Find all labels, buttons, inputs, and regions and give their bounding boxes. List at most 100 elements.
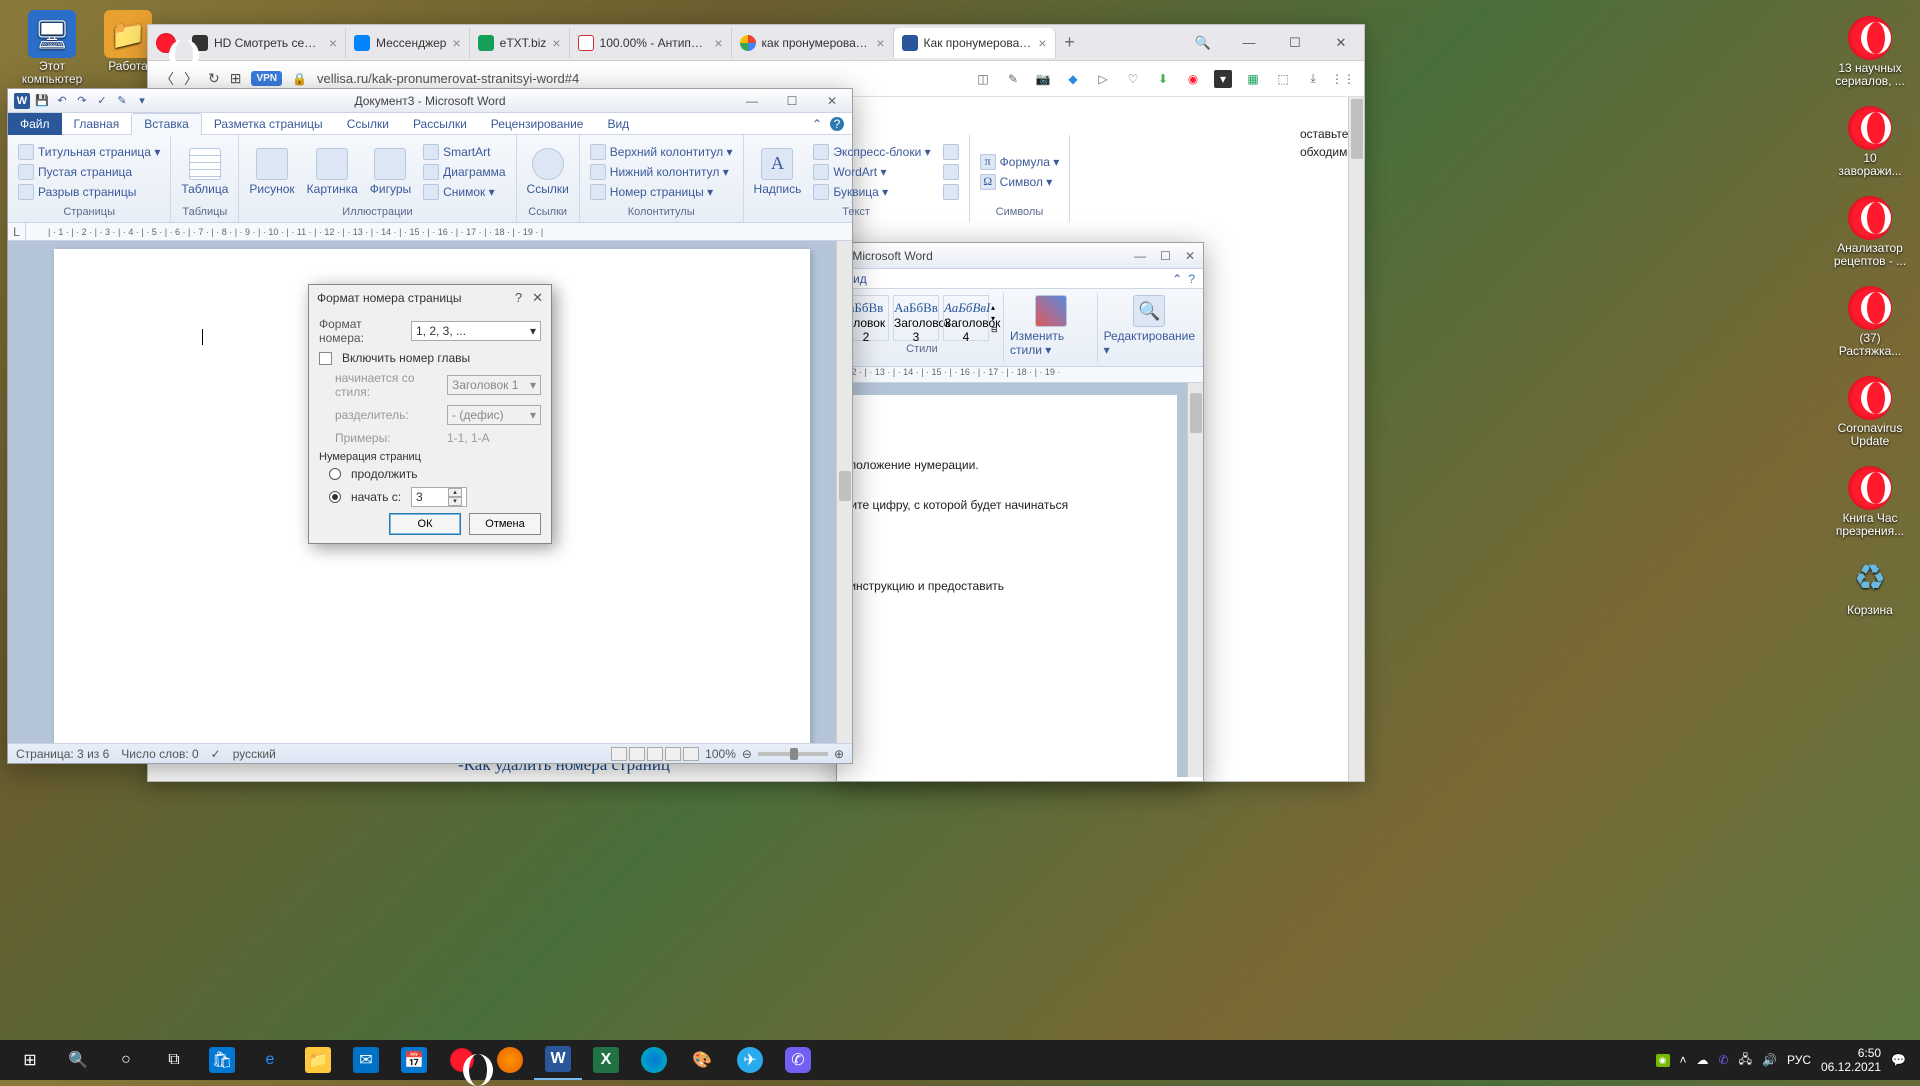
qat-icon[interactable]: ✓: [94, 93, 110, 109]
redo-icon[interactable]: ↷: [74, 93, 90, 109]
scrollbar[interactable]: [836, 241, 852, 745]
dialog-titlebar[interactable]: Формат номера страницы ?✕: [309, 285, 551, 311]
ext-icon[interactable]: ◉: [1184, 70, 1202, 88]
word-count[interactable]: Число слов: 0: [121, 747, 198, 761]
browser-tab[interactable]: HD Смотреть сериал Гри×: [184, 28, 346, 58]
forward-button[interactable]: 〉: [184, 69, 198, 89]
format-select[interactable]: 1, 2, 3, ...▾: [411, 321, 541, 341]
ok-button[interactable]: ОК: [389, 513, 461, 535]
ribbon-tab-insert[interactable]: Вставка: [131, 113, 202, 135]
desktop-icon-opera-2[interactable]: 10 заворажи...: [1832, 104, 1908, 178]
viber-button[interactable]: ✆: [774, 1040, 822, 1080]
tray-viber-icon[interactable]: ✆: [1719, 1053, 1729, 1067]
tray-volume-icon[interactable]: 🔊: [1762, 1053, 1777, 1067]
opera-button[interactable]: [438, 1040, 486, 1080]
word-button[interactable]: W: [534, 1040, 582, 1080]
zoom-in-button[interactable]: ⊕: [834, 747, 844, 761]
collapse-ribbon-icon[interactable]: ⌃: [1172, 272, 1182, 286]
page-number-button[interactable]: Номер страницы ▾: [586, 183, 737, 201]
ribbon-tab-review[interactable]: Рецензирование: [479, 113, 596, 135]
desktop-icon-opera-5[interactable]: Coronavirus Update: [1832, 374, 1908, 448]
tray-lang[interactable]: РУС: [1787, 1053, 1811, 1067]
browser-tab[interactable]: eTXT.biz×: [470, 28, 570, 58]
browser-tab[interactable]: как пронумеровать с×: [732, 28, 894, 58]
download-icon[interactable]: ⤓: [1304, 70, 1322, 88]
desktop-icon-opera-6[interactable]: Книга Час презрения...: [1832, 464, 1908, 538]
qat-more-icon[interactable]: ▾: [134, 93, 150, 109]
symbol-button[interactable]: ΩСимвол ▾: [976, 173, 1064, 191]
links-button[interactable]: Ссылки: [523, 146, 573, 198]
wordart-button[interactable]: WordArt ▾: [809, 163, 934, 181]
cortana-button[interactable]: ○: [102, 1040, 150, 1080]
speeddial-button[interactable]: ⊞: [230, 70, 242, 87]
ie-button[interactable]: e: [246, 1040, 294, 1080]
equation-button[interactable]: πФормула ▾: [976, 153, 1064, 171]
desktop-icon-opera-1[interactable]: 13 научных сериалов, ...: [1832, 14, 1908, 88]
search-button[interactable]: 🔍: [1180, 28, 1226, 58]
ribbon-tab-references[interactable]: Ссылки: [335, 113, 401, 135]
back-button[interactable]: 〈: [160, 69, 174, 89]
new-tab-button[interactable]: +: [1056, 32, 1084, 53]
browser-tab[interactable]: Мессенджер×: [346, 28, 470, 58]
ribbon-tab-home[interactable]: Главная: [62, 113, 132, 135]
desktop-icon-opera-4[interactable]: (37) Растяжка...: [1832, 284, 1908, 358]
mail-button[interactable]: ✉: [342, 1040, 390, 1080]
maximize-button[interactable]: ☐: [1272, 28, 1318, 58]
reload-button[interactable]: ↻: [208, 70, 220, 87]
browser-tab-active[interactable]: Как пронумеровать с×: [894, 28, 1056, 58]
desktop-icon-opera-3[interactable]: Анализатор рецептов - ...: [1832, 194, 1908, 268]
horizontal-ruler[interactable]: L | · 1 · | · 2 · | · 3 · | · 4 · | · 5 …: [8, 223, 852, 241]
maximize-button[interactable]: ☐: [1160, 249, 1171, 263]
shapes-button[interactable]: Фигуры: [366, 146, 415, 198]
language-status[interactable]: русский: [233, 747, 276, 761]
page-break-button[interactable]: Разрыв страницы: [14, 183, 164, 201]
close-button[interactable]: ✕: [1185, 249, 1195, 263]
ribbon-tab-mailings[interactable]: Рассылки: [401, 113, 479, 135]
textbox-button[interactable]: AНадпись: [750, 146, 806, 198]
header-button[interactable]: Верхний колонтитул ▾: [586, 143, 737, 161]
startat-spinner[interactable]: 3▴▾: [411, 487, 467, 507]
ext-icon[interactable]: ▦: [1244, 70, 1262, 88]
send-icon[interactable]: ▷: [1094, 70, 1112, 88]
note-icon[interactable]: ✎: [1004, 70, 1022, 88]
zoom-slider[interactable]: [758, 752, 828, 756]
telegram-button[interactable]: ✈: [726, 1040, 774, 1080]
obj-button[interactable]: [939, 183, 963, 201]
search-button[interactable]: 🔍: [54, 1040, 102, 1080]
tray-up-icon[interactable]: ˄: [1680, 1053, 1687, 1067]
collapse-ribbon-icon[interactable]: ⌃: [812, 117, 822, 131]
clipart-button[interactable]: Картинка: [303, 146, 362, 198]
zoom-level[interactable]: 100%: [705, 747, 736, 761]
desktop-icon-recycle[interactable]: ♻Корзина: [1832, 554, 1908, 617]
ribbon-tab-layout[interactable]: Разметка страницы: [202, 113, 335, 135]
close-icon[interactable]: ×: [552, 35, 560, 51]
include-chapter-checkbox[interactable]: Включить номер главы: [319, 351, 541, 365]
firefox-button[interactable]: [486, 1040, 534, 1080]
close-button[interactable]: ✕: [532, 290, 543, 306]
footer-button[interactable]: Нижний колонтитул ▾: [586, 163, 737, 181]
start-button[interactable]: ⊞: [6, 1040, 54, 1080]
help-icon[interactable]: ?: [830, 117, 844, 131]
continue-radio[interactable]: продолжить: [329, 467, 541, 481]
close-icon[interactable]: ×: [452, 35, 460, 51]
startat-radio[interactable]: начать с: 3▴▾: [329, 487, 541, 507]
vpn-badge[interactable]: VPN: [251, 71, 282, 86]
tray-network-icon[interactable]: 🖧: [1739, 1050, 1752, 1071]
app-button[interactable]: 📅: [390, 1040, 438, 1080]
tray-icon[interactable]: ◉: [1656, 1054, 1670, 1067]
style-heading4[interactable]: АаБбВвІЗаголовок 4: [943, 295, 989, 341]
help-icon[interactable]: ?: [1188, 272, 1195, 286]
save-icon[interactable]: 💾: [34, 93, 50, 109]
word-titlebar[interactable]: W 💾 ↶ ↷ ✓ ✎ ▾ Документ3 - Microsoft Word…: [8, 89, 852, 113]
undo-icon[interactable]: ↶: [54, 93, 70, 109]
ext-icon[interactable]: ▾: [1214, 70, 1232, 88]
chart-button[interactable]: Диаграмма: [419, 163, 509, 181]
close-button[interactable]: ✕: [812, 94, 852, 108]
app-button[interactable]: 🎨: [678, 1040, 726, 1080]
excel-button[interactable]: X: [582, 1040, 630, 1080]
page-status[interactable]: Страница: 3 из 6: [16, 747, 109, 761]
browser-tab[interactable]: 100.00% - Антиплаги×: [570, 28, 732, 58]
url-text[interactable]: vellisa.ru/kak-pronumerovat-stranitsyi-w…: [317, 71, 579, 86]
cover-page-button[interactable]: Титульная страница ▾: [14, 143, 164, 161]
taskbar-clock[interactable]: 6:5006.12.2021: [1821, 1046, 1881, 1075]
